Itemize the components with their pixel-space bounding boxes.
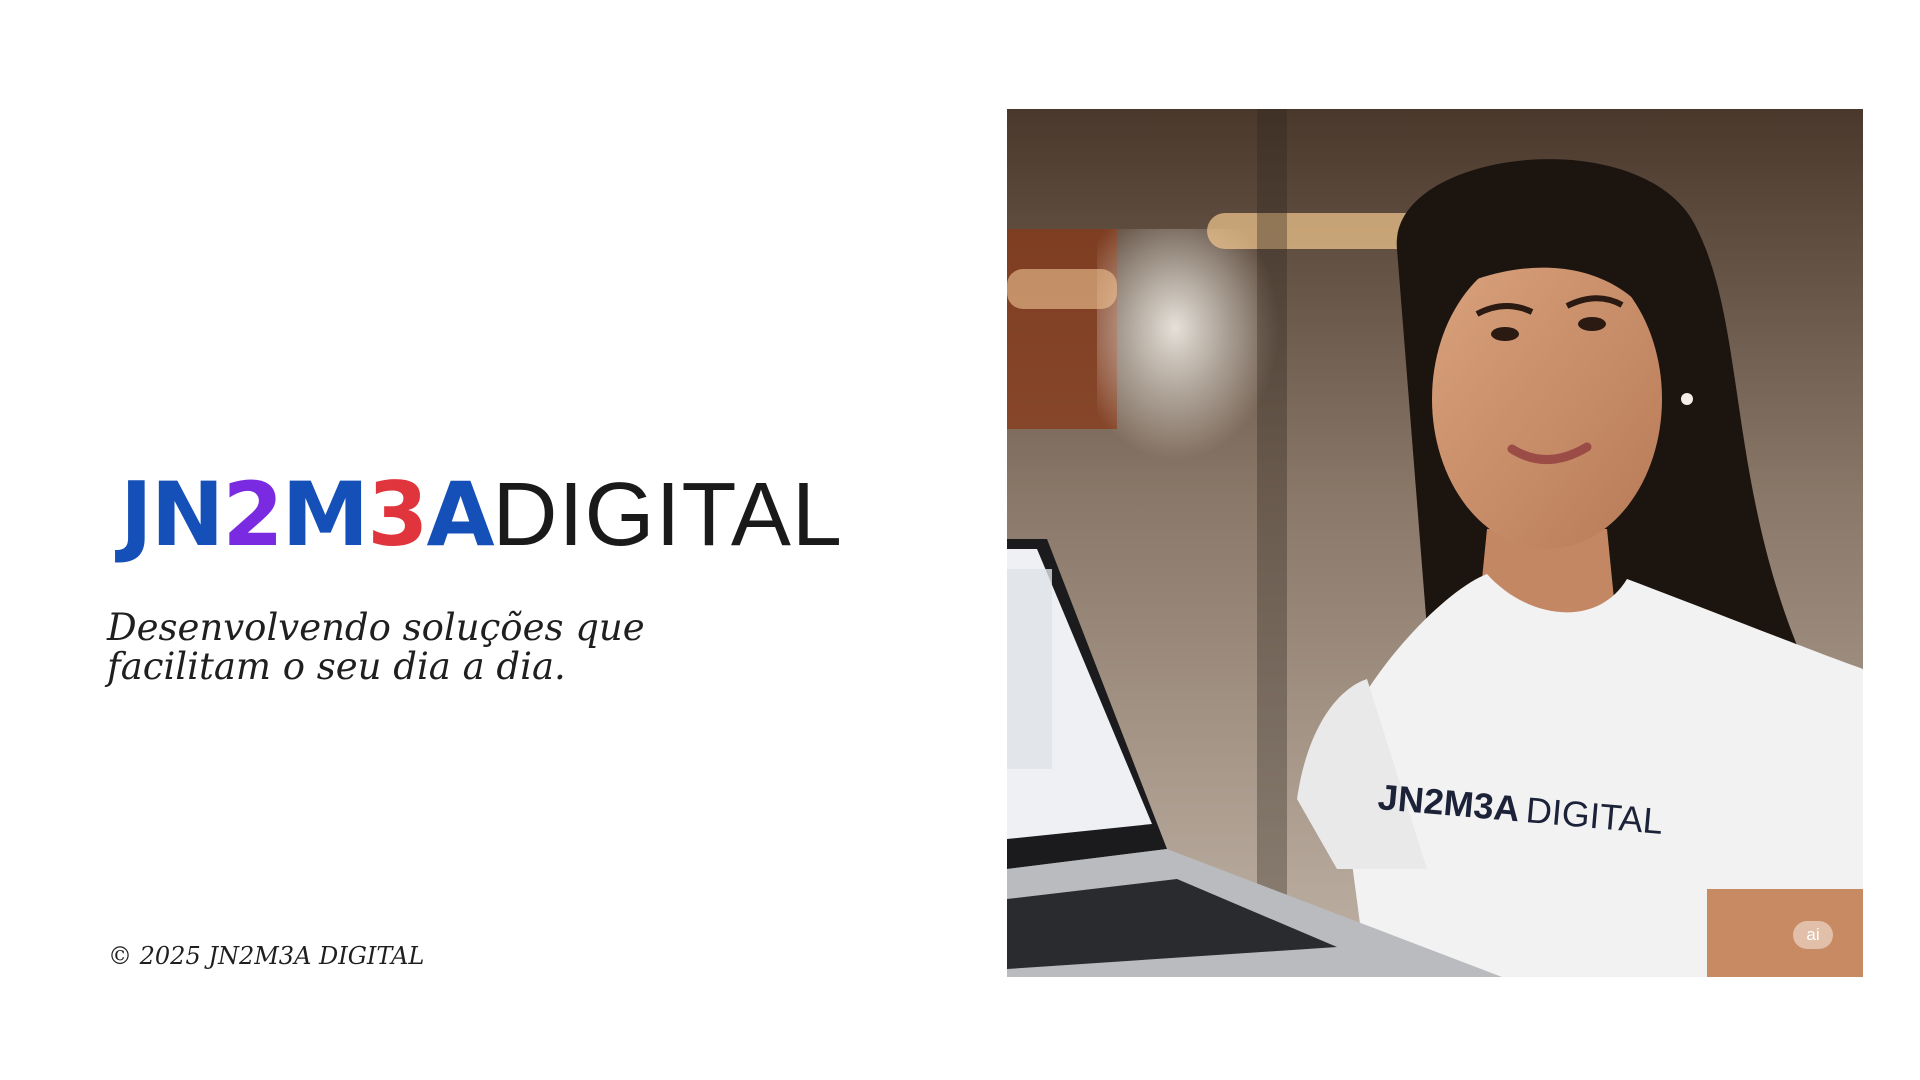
logo-suffix: DIGITAL bbox=[492, 465, 843, 565]
logo-part-m: M bbox=[281, 463, 370, 566]
logo-part-2: 2 bbox=[222, 463, 283, 566]
ai-badge: ai bbox=[1793, 921, 1833, 949]
tagline-line-1: Desenvolvendo soluções que bbox=[107, 606, 645, 649]
logo-part-3: 3 bbox=[367, 463, 428, 566]
logo-part-a: A bbox=[426, 463, 494, 566]
presentation-slide: JN 2 M 3 A DIGITAL Desenvolvendo soluçõe… bbox=[0, 0, 1920, 1080]
photo-illustration: JN2M3A DIGITAL bbox=[1007, 109, 1863, 977]
brand-logo: JN 2 M 3 A DIGITAL bbox=[120, 463, 843, 566]
logo-part-jn: JN bbox=[120, 463, 224, 566]
hero-photo: JN2M3A DIGITAL ai bbox=[1007, 109, 1863, 977]
tagline: Desenvolvendo soluções que facilitam o s… bbox=[107, 608, 707, 686]
tagline-line-2: facilitam o seu dia a dia. bbox=[107, 645, 566, 688]
copyright-text: © 2025 JN2M3A DIGITAL bbox=[108, 942, 425, 970]
